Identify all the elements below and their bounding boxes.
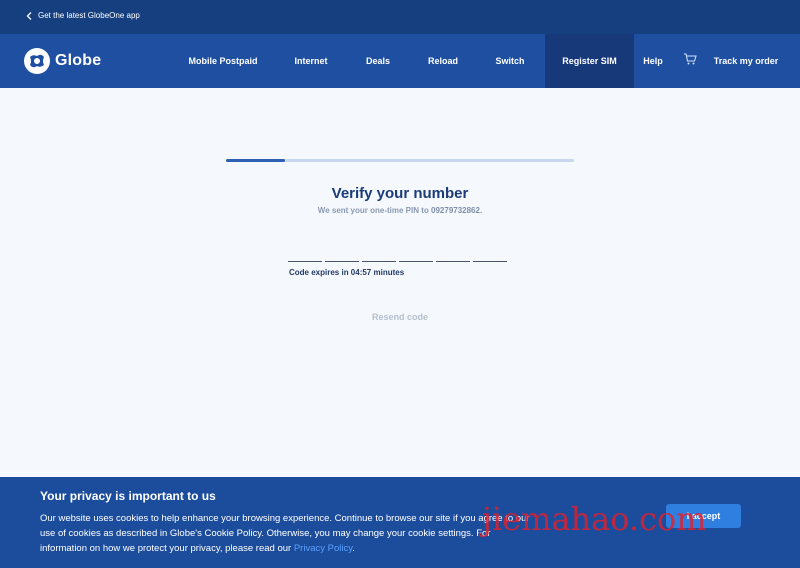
app-banner: Get the latest GlobeOne app [0, 0, 800, 34]
get-app-label: Get the latest GlobeOne app [38, 11, 140, 20]
cookie-message: Our website uses cookies to help enhance… [40, 511, 540, 556]
cookie-end: . [352, 543, 355, 554]
get-app-link[interactable]: Get the latest GlobeOne app [26, 11, 140, 20]
accept-cookies-button[interactable]: I accept [666, 504, 741, 528]
chevron-left-icon [26, 11, 32, 20]
cookie-title: Your privacy is important to us [40, 489, 216, 503]
nav-item-mobile-postpaid[interactable]: Mobile Postpaid [183, 34, 263, 88]
otp-digit-2[interactable] [325, 240, 359, 262]
cart-icon[interactable] [683, 52, 697, 66]
otp-digit-3[interactable] [362, 240, 396, 262]
otp-digit-5[interactable] [436, 240, 470, 262]
otp-sent-message: We sent your one-time PIN to 09279732862… [0, 206, 800, 215]
otp-digit-6[interactable] [473, 240, 507, 262]
main-nav: Globe Mobile Postpaid Internet Deals Rel… [0, 34, 800, 88]
nav-item-register-sim[interactable]: Register SIM [545, 34, 634, 88]
resend-code-link[interactable]: Resend code [0, 312, 800, 322]
nav-item-track-order[interactable]: Track my order [712, 34, 780, 88]
globe-logo-icon [24, 48, 50, 74]
otp-digit-4[interactable] [399, 240, 433, 262]
otp-input-group [288, 240, 507, 262]
otp-sent-prefix: We sent your one-time PIN to [317, 206, 429, 215]
page-title: Verify your number [331, 185, 469, 202]
code-expiry-text: Code expires in 04:57 minutes [289, 268, 405, 277]
nav-item-switch[interactable]: Switch [487, 34, 533, 88]
globe-logo[interactable]: Globe [24, 48, 101, 74]
nav-item-reload[interactable]: Reload [420, 34, 466, 88]
otp-digit-1[interactable] [288, 240, 322, 262]
step-progress-bar [226, 159, 574, 162]
nav-item-internet[interactable]: Internet [282, 34, 340, 88]
nav-item-help[interactable]: Help [637, 34, 669, 88]
phone-number: 09279732862. [431, 206, 483, 215]
cookie-banner: Your privacy is important to us Our webs… [0, 477, 800, 568]
privacy-policy-link[interactable]: Privacy Policy [294, 543, 352, 554]
step-progress-fill [226, 159, 286, 162]
nav-item-deals[interactable]: Deals [356, 34, 400, 88]
cookie-body: Our website uses cookies to help enhance… [40, 513, 530, 554]
logo-text: Globe [55, 52, 102, 69]
